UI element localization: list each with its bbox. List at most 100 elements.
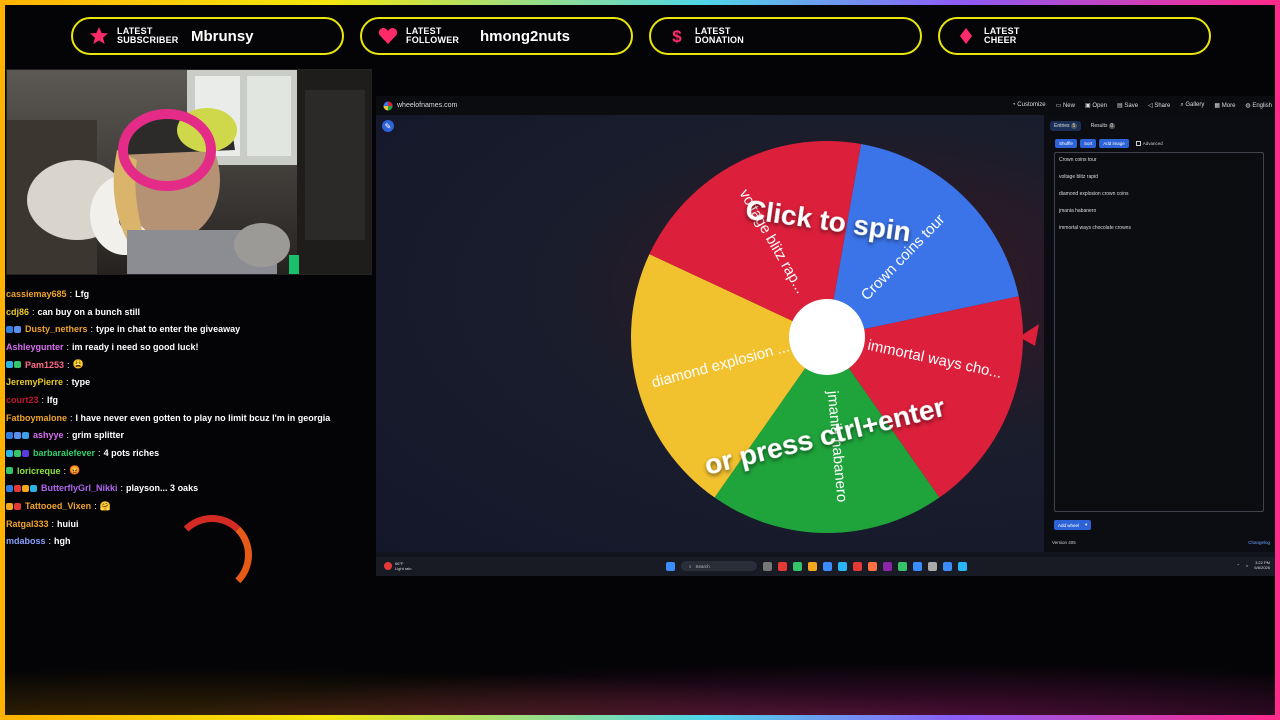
wheel[interactable]: Crown coins tourimmortal ways cho...jman… bbox=[376, 115, 1044, 552]
chat-badge-icon bbox=[14, 484, 21, 492]
chat-username[interactable]: ashyye bbox=[33, 430, 64, 440]
chat-username[interactable]: Fatboymalone bbox=[6, 413, 67, 423]
nav-open[interactable]: ▣ Open bbox=[1085, 102, 1107, 109]
latest-donation-alert: $ LATEST DONATION bbox=[649, 17, 922, 55]
chat-username[interactable]: Dusty_nethers bbox=[25, 324, 88, 334]
chat-badge-icon bbox=[6, 502, 13, 510]
chat-message: loricreque: 😡 bbox=[6, 462, 372, 480]
entries-count: 5 bbox=[1070, 123, 1077, 129]
checkbox-box bbox=[1135, 141, 1141, 146]
volume-icon[interactable]: ◐ bbox=[1246, 563, 1248, 568]
chat-badge-icon bbox=[6, 484, 13, 492]
chat-separator: : bbox=[66, 377, 69, 388]
add-image-button[interactable]: Add image bbox=[1099, 139, 1129, 148]
chat-badge-icon bbox=[22, 449, 29, 457]
chat-username[interactable]: Tattooed_Vixen bbox=[25, 501, 91, 511]
alert-label: LATEST CHEER bbox=[984, 26, 1020, 45]
taskbar-app-icon[interactable] bbox=[868, 561, 877, 571]
pencil-icon[interactable]: ✎ bbox=[382, 120, 394, 132]
tray-chevron-icon[interactable]: ⌃ bbox=[1237, 563, 1240, 568]
taskbar-app-icon[interactable] bbox=[808, 561, 817, 571]
chat-separator: : bbox=[69, 288, 73, 299]
tab-entries[interactable]: Entries 5 bbox=[1050, 121, 1081, 131]
windows-start-icon[interactable] bbox=[666, 561, 675, 571]
bits-icon bbox=[954, 24, 978, 48]
taskbar-app-icon[interactable] bbox=[793, 561, 802, 571]
chat-panel: cassiemay685: Lfg cdj86: can buy on a bunch… bbox=[6, 285, 372, 550]
results-count: 0 bbox=[1108, 123, 1115, 129]
taskbar-app-icon[interactable] bbox=[928, 561, 937, 571]
screen-share: wheelofnames.com ◔ Customize ▭ New ▣ Open ▤… bbox=[376, 96, 1280, 576]
chat-username[interactable]: JeremyPierre bbox=[6, 377, 63, 387]
chat-badge-icon bbox=[6, 431, 13, 439]
chat-username[interactable]: Pam1253 bbox=[25, 360, 64, 370]
chat-text: lfg bbox=[47, 394, 59, 405]
chat-separator: : bbox=[120, 483, 124, 494]
clock[interactable]: 3:22 PM 6/6/2026 bbox=[1254, 560, 1270, 570]
chat-separator: : bbox=[41, 394, 45, 405]
taskbar-app-icon[interactable] bbox=[778, 561, 787, 571]
entries-textarea[interactable]: Crown coins tour voltage blitz rapid diamo… bbox=[1054, 152, 1264, 512]
alerts-bar: LATEST SUBSCRIBER Mbrunsy LATEST FOLLOWER … bbox=[0, 17, 1280, 55]
taskbar-app-icon[interactable] bbox=[823, 561, 832, 571]
taskbar-center: ⌕ Search bbox=[666, 561, 967, 571]
tab-results-label: Results bbox=[1090, 123, 1108, 129]
taskbar-app-icon[interactable] bbox=[853, 561, 862, 571]
chat-username[interactable]: barbaralefever bbox=[33, 448, 95, 458]
chat-badge-icon bbox=[22, 484, 29, 492]
chat-separator: : bbox=[70, 412, 73, 423]
taskbar-app-icon[interactable] bbox=[838, 561, 847, 571]
chat-username[interactable]: Ratgal333 bbox=[6, 519, 49, 529]
chat-text: 4 pots riches bbox=[103, 448, 160, 459]
changelog-link[interactable]: Changelog bbox=[1248, 540, 1270, 545]
weather-widget[interactable]: 66°F Light rain bbox=[384, 561, 411, 571]
add-wheel-button[interactable]: Add wheel ▾ bbox=[1054, 520, 1092, 530]
chat-username[interactable]: cassiemay685 bbox=[6, 289, 67, 299]
nav-more[interactable]: ▦ More bbox=[1214, 102, 1235, 109]
wheel-hub[interactable] bbox=[789, 299, 865, 375]
taskbar-app-icon[interactable] bbox=[958, 561, 967, 571]
shuffle-button[interactable]: Shuffle bbox=[1055, 139, 1077, 148]
chat-text: I have never even gotten to play no limi… bbox=[75, 412, 331, 423]
taskbar-app-icon[interactable] bbox=[883, 561, 892, 571]
alert-value: hmong2nuts bbox=[480, 27, 570, 45]
chat-text: grim splitter bbox=[72, 430, 125, 441]
chat-separator: : bbox=[98, 448, 101, 459]
nav-label: More bbox=[1221, 103, 1236, 109]
entry-line: diamond explosion crown coins bbox=[1059, 191, 1129, 197]
taskbar-app-icon[interactable] bbox=[763, 561, 772, 571]
nav-gallery[interactable]: ⌕ Gallery bbox=[1180, 102, 1204, 109]
entry-line: Crown coins tour bbox=[1059, 157, 1097, 163]
taskbar-app-icon[interactable] bbox=[913, 561, 922, 571]
nav-save[interactable]: ▤ Save bbox=[1117, 102, 1138, 109]
wheel-stage: ✎ Crown coins tour immortal ways cho... jm… bbox=[376, 115, 1044, 552]
nav-share[interactable]: ◁ Share bbox=[1148, 102, 1170, 109]
chat-badge-icon bbox=[6, 467, 13, 475]
chat-username[interactable]: Ashleygunter bbox=[6, 342, 64, 352]
chat-separator: : bbox=[67, 359, 70, 370]
taskbar-app-icon[interactable] bbox=[898, 561, 907, 571]
chat-username[interactable]: cdj86 bbox=[6, 307, 29, 317]
chat-username[interactable]: ButterflyGrl_Nikki bbox=[41, 483, 118, 493]
latest-cheer-alert: LATEST CHEER bbox=[938, 17, 1211, 55]
nav-english[interactable]: ◍ English bbox=[1245, 102, 1272, 109]
version-text: Version 405 bbox=[1052, 540, 1076, 545]
chat-username[interactable]: loricreque bbox=[17, 466, 61, 476]
tab-results[interactable]: Results 0 bbox=[1091, 123, 1115, 129]
chat-username[interactable]: mdaboss bbox=[6, 536, 46, 546]
alert-value: Mbrunsy bbox=[191, 27, 254, 45]
advanced-checkbox[interactable]: Advanced bbox=[1135, 141, 1163, 146]
nav-new[interactable]: ▭ New bbox=[1056, 102, 1075, 109]
chat-text: 😩 bbox=[72, 359, 84, 370]
site-title[interactable]: wheelofnames.com bbox=[383, 101, 457, 111]
taskbar-app-icon[interactable] bbox=[943, 561, 952, 571]
taskbar-search[interactable]: ⌕ Search bbox=[681, 561, 757, 571]
chat-badge-icon bbox=[30, 484, 37, 492]
sort-button[interactable]: Sort bbox=[1079, 139, 1097, 148]
entry-line: voltage blitz rapid bbox=[1059, 174, 1098, 180]
nav-label: Customize bbox=[1017, 102, 1046, 108]
nav-customize[interactable]: ◔ Customize bbox=[1012, 102, 1046, 109]
chat-username[interactable]: court23 bbox=[6, 395, 39, 405]
browser-topbar: wheelofnames.com ◔ Customize ▭ New ▣ Open ▤… bbox=[376, 96, 1280, 115]
chat-badge-icon bbox=[22, 431, 29, 439]
